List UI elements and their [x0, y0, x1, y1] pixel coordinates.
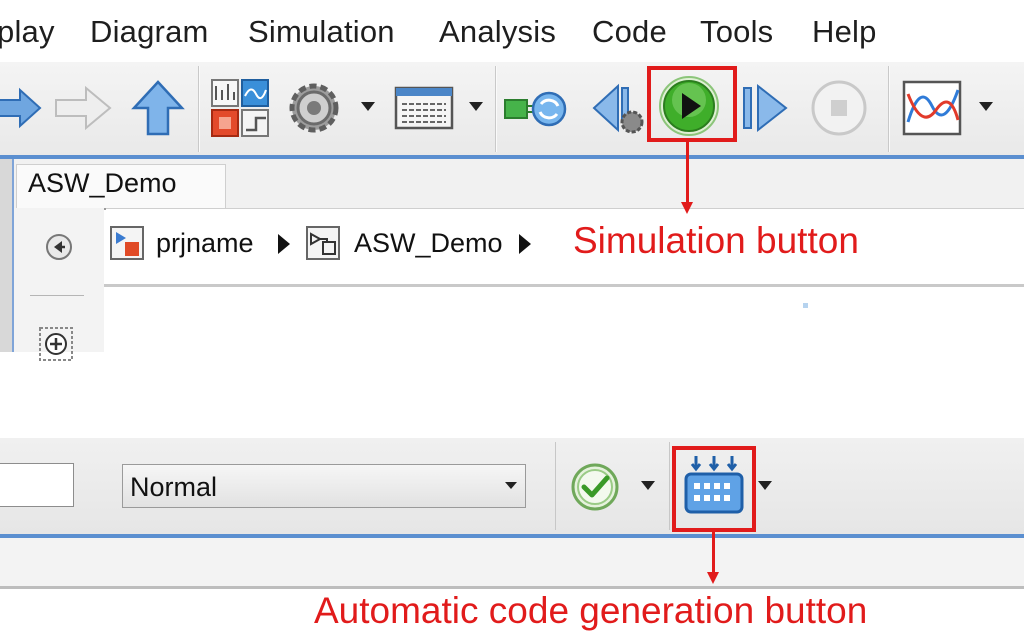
codegen-callout-line	[712, 532, 715, 574]
codegen-highlight-box	[672, 446, 756, 532]
inspector-dropdown-icon[interactable]	[979, 102, 993, 111]
window-edge	[0, 159, 12, 352]
simulation-mode-value: Normal	[130, 472, 218, 502]
toolbar-separator	[198, 66, 199, 152]
toolbar-separator	[888, 66, 889, 152]
forward-arrow-icon[interactable]	[52, 76, 116, 140]
breadcrumb-item-model[interactable]: ASW_Demo	[354, 228, 503, 259]
toolbar-separator	[495, 66, 496, 152]
breadcrumb-separator-icon	[278, 234, 290, 254]
simulation-callout-line	[686, 142, 689, 204]
step-forward-icon[interactable]	[736, 76, 800, 140]
menu-analysis[interactable]: Analysis	[439, 14, 556, 50]
menu-help[interactable]: Help	[812, 14, 877, 50]
menu-bar: play Diagram Simulation Analysis Code To…	[0, 0, 1024, 62]
simulation-callout-arrowhead	[681, 202, 693, 214]
simulation-callout-label: Simulation button	[573, 220, 859, 261]
settings-dropdown-icon[interactable]	[361, 102, 375, 111]
up-arrow-icon[interactable]	[126, 76, 190, 140]
main-toolbar	[0, 62, 1024, 156]
chevron-down-icon[interactable]	[505, 482, 517, 489]
stop-time-field[interactable]	[0, 463, 74, 507]
explorer-dropdown-icon[interactable]	[469, 102, 483, 111]
toolbar-separator	[669, 442, 670, 530]
check-icon[interactable]	[570, 462, 620, 512]
codegen-dropdown-icon[interactable]	[758, 481, 772, 490]
data-inspector-icon[interactable]	[900, 76, 964, 140]
tab-label: ASW_Demo	[28, 168, 177, 198]
subsystem-icon	[306, 226, 340, 260]
model-explorer-icon[interactable]	[392, 76, 456, 140]
menu-simulation[interactable]: Simulation	[248, 14, 395, 50]
step-back-icon[interactable]	[588, 76, 652, 140]
codegen-callout-arrowhead	[707, 572, 719, 584]
codegen-callout-label: Automatic code generation button	[314, 590, 868, 631]
update-diagram-icon[interactable]	[503, 76, 567, 140]
model-canvas[interactable]	[104, 287, 1024, 352]
project-model-icon	[110, 226, 144, 260]
library-browser-icon[interactable]	[208, 76, 272, 140]
menu-tools[interactable]: Tools	[700, 14, 773, 50]
toolbar-separator	[555, 442, 556, 530]
breadcrumb-item-project[interactable]: prjname	[156, 228, 254, 259]
menu-diagram[interactable]: Diagram	[90, 14, 209, 50]
canvas-marker	[803, 303, 808, 308]
check-dropdown-icon[interactable]	[641, 481, 655, 490]
simulation-highlight-box	[647, 66, 737, 142]
stop-icon[interactable]	[807, 76, 871, 140]
breadcrumb-separator-icon	[519, 234, 531, 254]
back-arrow-icon[interactable]	[0, 76, 44, 140]
menu-code[interactable]: Code	[592, 14, 667, 50]
lower-panel	[0, 538, 1024, 589]
settings-gear-icon[interactable]	[282, 76, 346, 140]
zoom-in-icon[interactable]	[38, 326, 74, 362]
hide-browser-icon[interactable]	[44, 232, 74, 262]
menu-display[interactable]: play	[0, 14, 55, 50]
palette-divider	[30, 295, 84, 296]
